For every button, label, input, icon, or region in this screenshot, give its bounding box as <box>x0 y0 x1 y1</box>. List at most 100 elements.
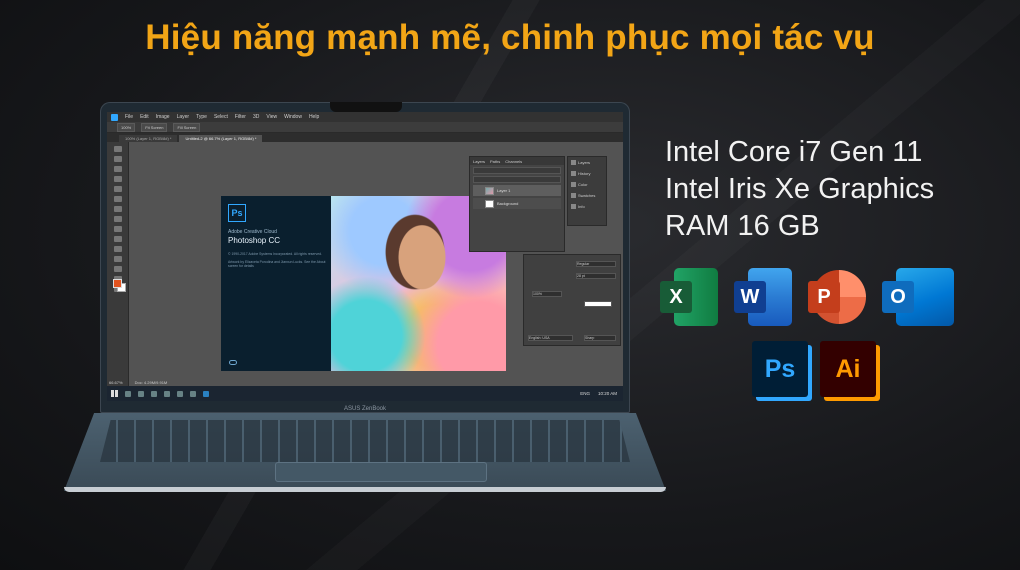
layer-name: Background <box>497 201 519 206</box>
tab-paths[interactable]: Paths <box>490 159 500 164</box>
fit-screen-button[interactable]: Fit Screen <box>141 122 168 132</box>
language-indicator[interactable]: ENG <box>580 391 590 396</box>
scale-field[interactable]: 100% <box>532 291 562 297</box>
background-color-swatch[interactable] <box>113 279 122 288</box>
menu-layer[interactable]: Layer <box>177 114 190 120</box>
outlook-icon: O <box>882 268 954 326</box>
layer-row[interactable]: Background <box>473 198 561 209</box>
crop-tool-icon[interactable] <box>113 176 122 182</box>
zoom-level: 66.67% <box>109 380 123 385</box>
menu-help[interactable]: Help <box>309 114 319 120</box>
splash-copyright: © 1990-2017 Adobe Systems Incorporated. … <box>228 252 326 269</box>
tab-layers[interactable]: Layers <box>473 159 485 164</box>
side-panel-dock: Layers History Color Swatches Info <box>567 156 607 226</box>
dock-info[interactable]: Info <box>568 201 606 212</box>
type-tool-icon[interactable] <box>113 266 122 272</box>
menu-window[interactable]: Window <box>284 114 302 120</box>
clock[interactable]: 10:20 AM <box>598 391 617 396</box>
character-panel: Regular 28 pt 100% English: USA Sharp <box>523 254 621 346</box>
powerpoint-badge: P <box>808 281 840 313</box>
menu-select[interactable]: Select <box>214 114 228 120</box>
chrome-icon[interactable] <box>164 390 170 397</box>
photoshop-logo-icon <box>111 113 118 121</box>
pen-tool-icon[interactable] <box>113 256 122 262</box>
eraser-tool-icon[interactable] <box>113 236 122 242</box>
menu-image[interactable]: Image <box>156 114 170 120</box>
laptop-screen: File Edit Image Layer Type Select Filter… <box>107 112 623 401</box>
spec-cpu: Intel Core i7 Gen 11 <box>665 136 923 168</box>
document-tabs: 100% (Layer 1, RGB/8#) * Untitled-2 @ 66… <box>107 133 623 142</box>
move-tool-icon[interactable] <box>113 146 122 152</box>
language-select[interactable]: English: USA <box>528 335 573 341</box>
photoshop-taskbar-icon[interactable] <box>203 390 209 397</box>
stamp-tool-icon[interactable] <box>113 216 122 222</box>
layer-thumbnail <box>485 199 494 208</box>
brush-tool-icon[interactable] <box>113 206 122 212</box>
gradient-tool-icon[interactable] <box>113 246 122 252</box>
eyedropper-tool-icon[interactable] <box>113 186 122 192</box>
photoshop-icon: Ps <box>752 341 808 397</box>
illustrator-icon: Ai <box>820 341 876 397</box>
task-view-icon[interactable] <box>138 390 144 397</box>
store-icon[interactable] <box>190 390 196 397</box>
layer-thumbnail <box>485 186 494 195</box>
layer-row[interactable]: Layer 1 <box>473 185 561 196</box>
layers-panel: Layers Paths Channels Layer 1 Background <box>469 156 565 252</box>
headline: Hiệu năng mạnh mẽ, chinh phục mọi tác vụ <box>145 18 875 57</box>
edge-icon[interactable] <box>151 390 157 397</box>
fill-screen-button[interactable]: Fill Screen <box>173 122 201 132</box>
webcam-notch <box>330 102 402 112</box>
powerpoint-icon: P <box>808 268 866 326</box>
menu-filter[interactable]: Filter <box>235 114 246 120</box>
artwork-credit: Artwork by Elizaveta Porodina and Jianxu… <box>228 259 326 269</box>
font-style-select[interactable]: Regular <box>576 261 616 267</box>
document-tab-active[interactable]: Untitled-2 @ 66.7% (Layer 1, RGB/8#) * <box>179 135 263 142</box>
photoshop-badge-icon: Ps <box>228 204 246 222</box>
menu-type[interactable]: Type <box>196 114 207 120</box>
antialias-select[interactable]: Sharp <box>584 335 616 341</box>
file-explorer-icon[interactable] <box>177 390 183 397</box>
marquee-tool-icon[interactable] <box>113 156 122 162</box>
menu-view[interactable]: View <box>266 114 277 120</box>
word-icon: W <box>734 268 792 326</box>
windows-start-icon[interactable] <box>111 390 118 397</box>
word-badge: W <box>734 281 766 313</box>
splash-product: Photoshop CC <box>228 236 281 245</box>
dock-layers[interactable]: Layers <box>568 157 606 168</box>
splash-screen: Ps Adobe Creative Cloud Photoshop CC © 1… <box>221 196 506 371</box>
menu-edit[interactable]: Edit <box>140 114 149 120</box>
document-tab[interactable]: 100% (Layer 1, RGB/8#) * <box>119 135 178 142</box>
tab-channels[interactable]: Channels <box>505 159 522 164</box>
layers-panel-tabs: Layers Paths Channels <box>470 157 564 165</box>
laptop-brand-label: ASUS ZenBook <box>343 406 387 412</box>
creative-cloud-icon <box>229 360 237 365</box>
status-bar: 66.67% Doc: 4.29M/9.91M <box>109 380 167 385</box>
laptop-front-edge <box>64 487 666 492</box>
photoshop-menubar: File Edit Image Layer Type Select Filter… <box>107 112 623 122</box>
menu-file[interactable]: File <box>125 114 133 120</box>
dock-swatches[interactable]: Swatches <box>568 190 606 201</box>
photoshop-options-bar: 100% Fit Screen Fill Screen <box>107 122 623 133</box>
keyboard <box>100 420 630 462</box>
menu-3d[interactable]: 3D <box>253 114 259 120</box>
spec-ram: RAM 16 GB <box>665 210 820 242</box>
history-brush-icon[interactable] <box>113 226 122 232</box>
color-field[interactable] <box>584 301 612 307</box>
system-tray: ENG 10:20 AM <box>580 391 623 396</box>
zoom-100-button[interactable]: 100% <box>117 122 136 132</box>
font-size-field[interactable]: 28 pt <box>576 273 616 279</box>
dock-history[interactable]: History <box>568 168 606 179</box>
lasso-tool-icon[interactable] <box>113 166 122 172</box>
blend-mode-select[interactable] <box>473 176 561 183</box>
excel-icon: X <box>660 268 718 326</box>
search-icon[interactable] <box>125 390 131 397</box>
layer-filter-field[interactable] <box>473 167 561 174</box>
excel-badge: X <box>660 281 692 313</box>
windows-taskbar: ENG 10:20 AM <box>107 386 623 401</box>
dock-color[interactable]: Color <box>568 179 606 190</box>
touchpad <box>275 462 487 482</box>
healing-tool-icon[interactable] <box>113 196 122 202</box>
tools-panel <box>107 142 129 388</box>
copyright-text: © 1990-2017 Adobe Systems Incorporated. … <box>228 252 322 256</box>
spec-gpu: Intel Iris Xe Graphics <box>665 173 935 205</box>
